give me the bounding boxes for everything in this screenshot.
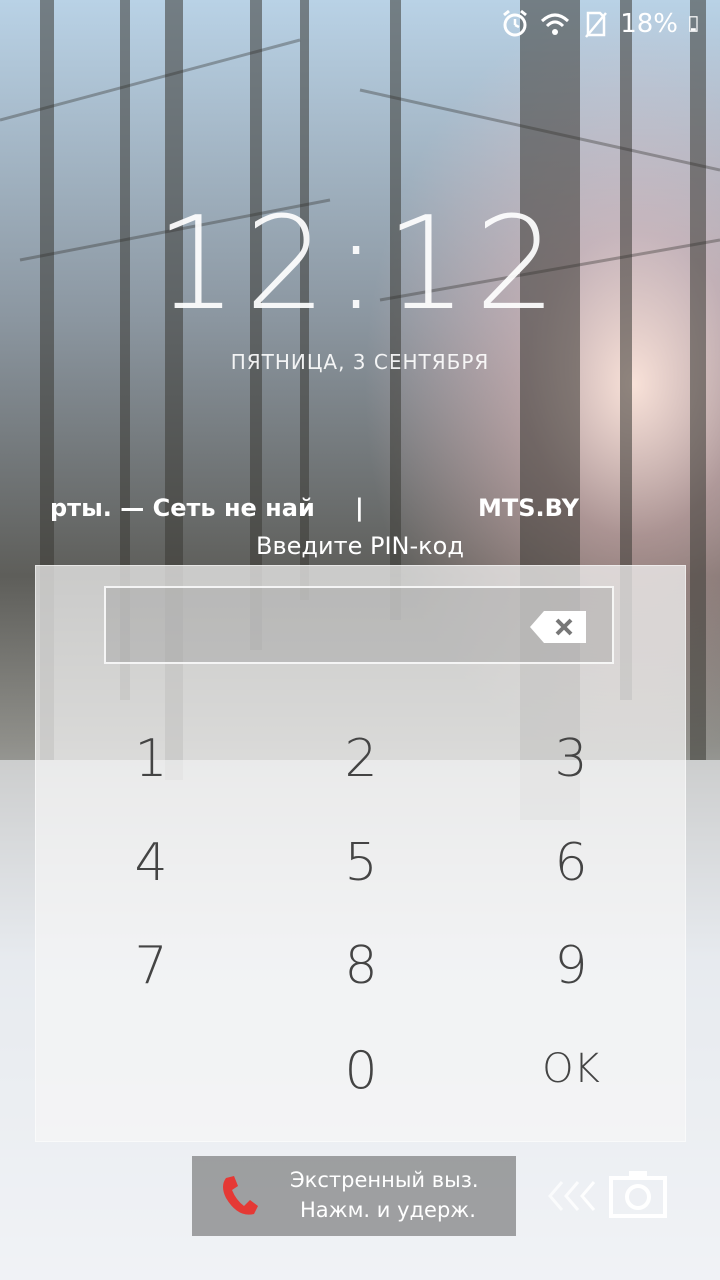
lockscreen-clock: 12:12: [155, 190, 565, 339]
key-2[interactable]: 2: [286, 714, 436, 804]
camera-icon[interactable]: [609, 1168, 667, 1218]
status-bar: 18%: [0, 0, 720, 48]
key-5[interactable]: 5: [286, 818, 436, 908]
emergency-call-button[interactable]: Экстренный выз. Нажм. и удерж.: [192, 1156, 516, 1236]
battery-percent: 18%: [620, 9, 678, 39]
key-8[interactable]: 8: [286, 921, 436, 1011]
key-4[interactable]: 4: [76, 818, 226, 908]
alarm-icon: [503, 9, 528, 37]
carrier-separator: |: [355, 494, 364, 522]
emergency-hint: Нажм. и удерж.: [300, 1198, 476, 1222]
key-7[interactable]: 7: [76, 921, 226, 1011]
key-9[interactable]: 9: [496, 921, 646, 1011]
key-0[interactable]: 0: [286, 1026, 436, 1116]
key-ok[interactable]: OK: [496, 1024, 646, 1114]
pin-input[interactable]: [104, 586, 614, 664]
lockscreen-date: ПЯТНИЦА, 3 СЕНТЯБРЯ: [230, 350, 490, 374]
carrier-name: MTS.BY: [478, 494, 580, 522]
battery-icon: [689, 16, 698, 32]
key-1[interactable]: 1: [76, 714, 226, 804]
key-6[interactable]: 6: [496, 818, 646, 908]
backspace-icon[interactable]: [530, 611, 586, 643]
pin-prompt: Введите PIN-код: [256, 532, 464, 560]
pin-panel: 1 2 3 4 5 6 7 8 9 0 OK: [35, 565, 686, 1142]
carrier-status-text: рты. — Сеть не най: [50, 494, 315, 522]
phone-icon: [223, 1176, 258, 1215]
emergency-label: Экстренный выз.: [290, 1168, 479, 1192]
carrier-ticker: рты. — Сеть не най | MTS.BY: [0, 494, 720, 528]
wifi-icon: [541, 13, 570, 35]
key-3[interactable]: 3: [496, 714, 646, 804]
no-sim-icon: [585, 11, 608, 38]
swipe-left-chevrons-icon: [548, 1181, 596, 1211]
